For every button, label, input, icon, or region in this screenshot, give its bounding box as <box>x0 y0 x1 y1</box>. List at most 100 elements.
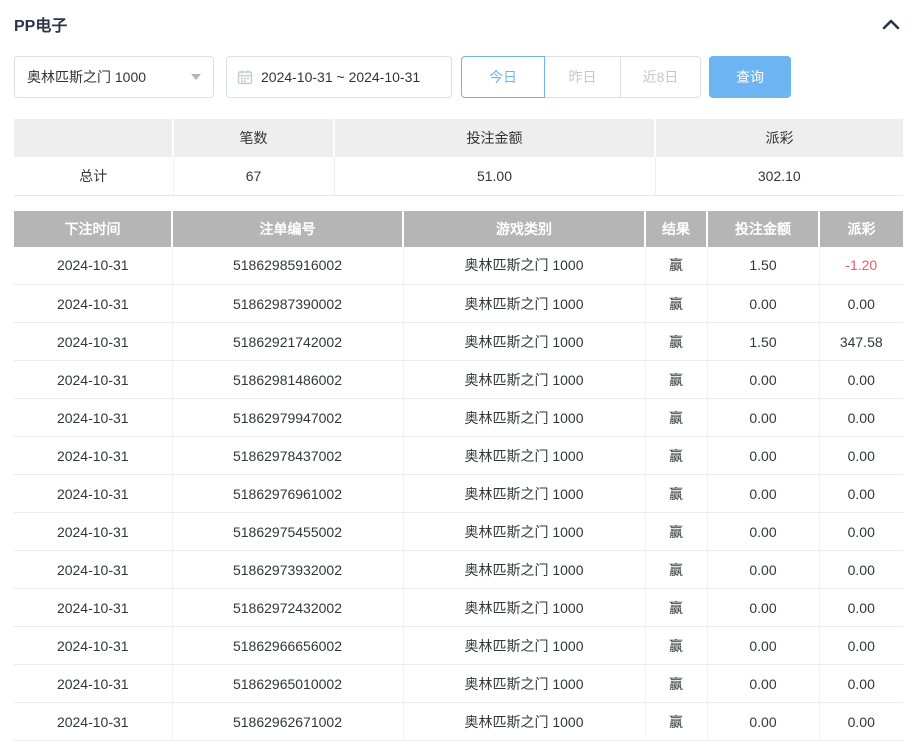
result-cell: 赢 <box>645 285 707 323</box>
bet-amount-cell: 0.00 <box>707 551 819 589</box>
game-type-cell: 奥林匹斯之门 1000 <box>403 513 645 551</box>
bet-amount-cell: 0.00 <box>707 703 819 741</box>
table-row: 2024-10-3151862973932002奥林匹斯之门 1000赢0.00… <box>14 551 903 589</box>
summary-header-row: 笔数 投注金额 派彩 <box>14 119 903 157</box>
order-number-cell: 51862987390002 <box>172 285 403 323</box>
collapse-button[interactable] <box>880 13 902 35</box>
bet-time-cell: 2024-10-31 <box>14 551 172 589</box>
bet-amount-cell: 0.00 <box>707 665 819 703</box>
payout-cell: 0.00 <box>819 475 903 513</box>
bet-amount-cell: 0.00 <box>707 437 819 475</box>
payout-cell: 0.00 <box>819 513 903 551</box>
game-type-cell: 奥林匹斯之门 1000 <box>403 323 645 361</box>
order-number-cell: 51862962671002 <box>172 703 403 741</box>
bet-amount-cell: 0.00 <box>707 361 819 399</box>
table-row: 2024-10-3151862965010002奥林匹斯之门 1000赢0.00… <box>14 665 903 703</box>
payout-cell: 0.00 <box>819 361 903 399</box>
last-8-days-button[interactable]: 近8日 <box>621 56 701 98</box>
bet-time-cell: 2024-10-31 <box>14 361 172 399</box>
table-row: 2024-10-3151862979947002奥林匹斯之门 1000赢 0.00… <box>14 399 903 437</box>
bet-time-cell: 2024-10-31 <box>14 627 172 665</box>
table-row: 2024-10-3151862987390002奥林匹斯之门 1000赢0.00… <box>14 285 903 323</box>
payout-cell: 0.00 <box>819 285 903 323</box>
pp-electronic-panel: PP电子 奥林匹斯之门 1000 <box>0 0 916 741</box>
order-number-cell: 51862966656002 <box>172 627 403 665</box>
header-payout: 派彩 <box>819 211 903 247</box>
yesterday-button[interactable]: 昨日 <box>545 56 621 98</box>
summary-header-count: 笔数 <box>173 119 334 157</box>
game-type-cell: 奥林匹斯之门 1000 <box>403 361 645 399</box>
total-payout: 302.10 <box>655 157 903 195</box>
table-row: 2024-10-3151862966656002奥林匹斯之门 1000赢0.00… <box>14 627 903 665</box>
header-game-type: 游戏类别 <box>403 211 645 247</box>
table-row: 2024-10-3151862981486002奥林匹斯之门 1000赢0.00… <box>14 361 903 399</box>
game-select[interactable]: 奥林匹斯之门 1000 <box>14 56 214 98</box>
filter-bar: 奥林匹斯之门 1000 2024-10-31 ~ 2024-10-31 <box>14 56 902 98</box>
payout-cell: 0.00 <box>819 551 903 589</box>
result-cell: 赢 <box>645 589 707 627</box>
bet-time-cell: 2024-10-31 <box>14 589 172 627</box>
calendar-icon <box>237 69 253 85</box>
table-row: 2024-10-3151862985916002奥林匹斯之门 1000赢1.50… <box>14 247 903 285</box>
game-type-cell: 奥林匹斯之门 1000 <box>403 627 645 665</box>
order-number-cell: 51862976961002 <box>172 475 403 513</box>
bet-time-cell: 2024-10-31 <box>14 285 172 323</box>
game-type-cell: 奥林匹斯之门 1000 <box>403 475 645 513</box>
result-cell: 赢 <box>645 399 707 437</box>
bet-amount-cell: 0.00 <box>707 627 819 665</box>
bet-time-cell: 2024-10-31 <box>14 399 172 437</box>
order-number-cell: 51862979947002 <box>172 399 403 437</box>
page-title: PP电子 <box>14 12 67 36</box>
result-cell: 赢 <box>645 437 707 475</box>
table-row: 2024-10-3151862962671002奥林匹斯之门 1000赢0.00… <box>14 703 903 741</box>
order-number-cell: 51862921742002 <box>172 323 403 361</box>
bet-time-cell: 2024-10-31 <box>14 475 172 513</box>
result-cell: 赢 <box>645 703 707 741</box>
header-bet-amount: 投注金额 <box>707 211 819 247</box>
result-cell: 赢 <box>645 247 707 285</box>
bet-amount-cell: 0.00 <box>707 475 819 513</box>
bet-time-cell: 2024-10-31 <box>14 665 172 703</box>
bet-amount-cell: 0.00 <box>707 589 819 627</box>
table-row: 2024-10-3151862978437002奥林匹斯之门 1000赢0.00… <box>14 437 903 475</box>
game-type-cell: 奥林匹斯之门 1000 <box>403 247 645 285</box>
result-cell: 赢 <box>645 627 707 665</box>
payout-cell: 0.00 <box>819 399 903 437</box>
query-button[interactable]: 查询 <box>709 56 791 98</box>
game-select-value: 奥林匹斯之门 1000 <box>27 67 146 87</box>
bet-time-cell: 2024-10-31 <box>14 247 172 285</box>
table-row: 2024-10-3151862972432002奥林匹斯之门 1000赢0.00… <box>14 589 903 627</box>
game-type-cell: 奥林匹斯之门 1000 <box>403 703 645 741</box>
today-button[interactable]: 今日 <box>461 56 545 98</box>
game-type-cell: 奥林匹斯之门 1000 <box>403 399 645 437</box>
bet-time-cell: 2024-10-31 <box>14 513 172 551</box>
date-range-value: 2024-10-31 ~ 2024-10-31 <box>261 69 420 85</box>
order-number-cell: 51862965010002 <box>172 665 403 703</box>
order-number-cell: 51862985916002 <box>172 247 403 285</box>
summary-header-bet-amount: 投注金额 <box>334 119 655 157</box>
result-cell: 赢 <box>645 361 707 399</box>
order-number-cell: 51862981486002 <box>172 361 403 399</box>
bet-amount-cell: 0.00 <box>707 285 819 323</box>
bet-time-cell: 2024-10-31 <box>14 323 172 361</box>
game-type-cell: 奥林匹斯之门 1000 <box>403 437 645 475</box>
order-number-cell: 51862973932002 <box>172 551 403 589</box>
game-type-cell: 奥林匹斯之门 1000 <box>403 551 645 589</box>
payout-cell: 0.00 <box>819 627 903 665</box>
payout-cell: 0.00 <box>819 589 903 627</box>
result-cell: 赢 <box>645 665 707 703</box>
game-type-cell: 奥林匹斯之门 1000 <box>403 285 645 323</box>
header-result: 结果 <box>645 211 707 247</box>
summary-table: 笔数 投注金额 派彩 总计 67 51.00 302.10 <box>14 119 903 196</box>
panel-header: PP电子 <box>14 10 902 38</box>
bet-time-cell: 2024-10-31 <box>14 437 172 475</box>
payout-cell: 0.00 <box>819 703 903 741</box>
date-range-picker[interactable]: 2024-10-31 ~ 2024-10-31 <box>226 56 452 98</box>
summary-total-row: 总计 67 51.00 302.10 <box>14 157 903 195</box>
table-row: 2024-10-3151862976961002奥林匹斯之门 1000赢0.00… <box>14 475 903 513</box>
summary-header-payout: 派彩 <box>655 119 903 157</box>
result-cell: 赢 <box>645 475 707 513</box>
payout-cell: 0.00 <box>819 665 903 703</box>
bet-time-cell: 2024-10-31 <box>14 703 172 741</box>
game-type-cell: 奥林匹斯之门 1000 <box>403 665 645 703</box>
